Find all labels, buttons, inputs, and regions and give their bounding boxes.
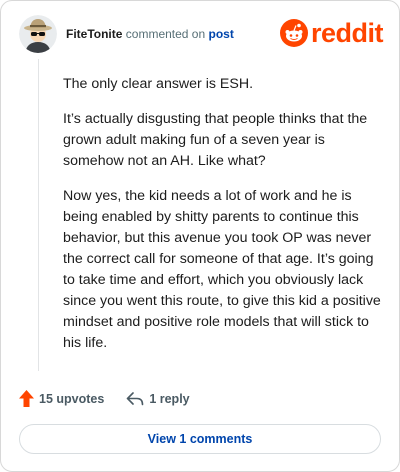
action-text: commented on [125,27,206,41]
reddit-wordmark: reddit [310,17,384,48]
upvote-count: 15 upvotes [39,391,105,406]
comment-paragraph: Now yes, the kid needs a lot of work and… [63,188,381,351]
user-avatar[interactable] [19,15,57,53]
reply-arrow-icon [127,391,144,405]
view-comments-button[interactable]: View 1 comments [19,424,381,454]
comment-paragraph: The only clear answer is ESH. [63,76,254,92]
reddit-snoo-icon [279,19,308,47]
reply-count: 1 reply [149,391,190,406]
comment-card: FiteTonite commented on post reddit The … [0,0,400,472]
comment-header: FiteTonite commented on post [19,15,234,53]
avatar-icon [19,15,57,53]
upvote-arrow-icon [19,390,34,407]
upvote-button[interactable]: 15 upvotes [19,390,104,407]
thread-line[interactable] [38,59,39,371]
comment-body: The only clear answer is ESH. It’s actua… [63,74,381,368]
comment-paragraph: It’s actually disgusting that people thi… [63,111,368,169]
comment-actions: 15 upvotes 1 reply [19,390,190,407]
reply-button[interactable]: 1 reply [126,391,190,406]
comment-meta: FiteTonite commented on post [66,26,234,42]
reddit-logo[interactable]: reddit [279,17,384,48]
post-link[interactable]: post [209,27,234,41]
username-link[interactable]: FiteTonite [66,27,122,41]
